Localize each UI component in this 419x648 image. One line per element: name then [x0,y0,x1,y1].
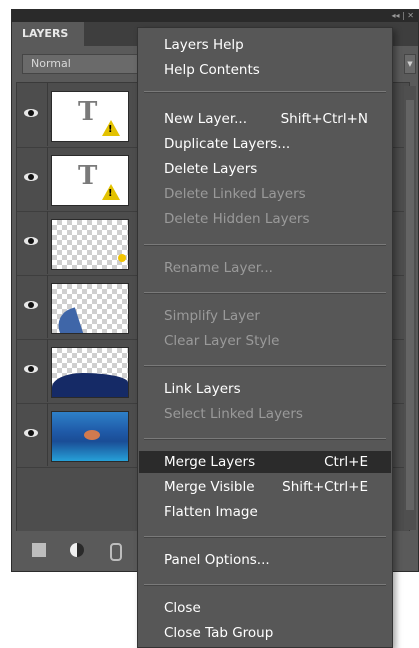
visibility-toggle[interactable] [17,147,48,210]
visibility-toggle[interactable] [17,339,48,402]
menu-item-select-linked-layers: Select Linked Layers [164,406,303,422]
menu-separator [144,244,386,246]
panel-title-bar: ◂◂ | ✕ [12,10,418,22]
layer-thumbnail [51,347,129,398]
eye-icon[interactable] [24,173,38,181]
eye-icon[interactable] [24,109,38,117]
new-layer-icon[interactable] [32,543,46,557]
link-icon[interactable] [110,543,122,561]
menu-separator [144,365,386,367]
eye-icon[interactable] [24,237,38,245]
text-layer-icon: T [78,161,98,191]
tab-layers[interactable]: LAYERS [12,22,84,46]
menu-item-close-tab-group[interactable]: Close Tab Group [139,622,391,644]
menu-item-close[interactable]: Close [139,597,391,619]
text-layer-icon: T [78,97,98,127]
layer-thumbnail: T ! [51,91,129,142]
menu-item-new-layer[interactable]: New Layer... Shift+Ctrl+N [139,108,391,130]
menu-separator [144,91,386,93]
menu-item-delete-layers[interactable]: Delete Layers [139,158,391,180]
menu-item-flatten-image[interactable]: Flatten Image [139,501,391,523]
menu-item-simplify-layer: Simplify Layer [164,308,260,324]
menu-item-help-contents[interactable]: Help Contents [139,59,391,81]
menu-item-merge-layers[interactable]: Merge Layers Ctrl+E [139,451,391,473]
eye-icon[interactable] [24,365,38,373]
menu-item-panel-options[interactable]: Panel Options... [139,549,391,571]
scrollbar-thumb[interactable] [406,100,414,510]
layer-thumbnail: T ! [51,155,129,206]
menu-item-layers-help[interactable]: Layers Help [139,34,391,56]
layer-thumbnail [51,219,129,270]
visibility-toggle[interactable] [17,403,48,466]
visibility-toggle[interactable] [17,83,48,146]
panel-options-menu: Layers Help Help Contents New Layer... Sh… [137,27,393,648]
menu-item-link-layers[interactable]: Link Layers [139,378,391,400]
adjustment-layer-icon[interactable] [70,543,84,557]
wave-graphic [52,373,128,397]
eye-icon[interactable] [24,429,38,437]
menu-item-delete-linked-layers: Delete Linked Layers [164,186,306,202]
menu-item-merge-visible[interactable]: Merge Visible Shift+Ctrl+E [139,476,391,498]
opacity-dropdown[interactable]: ▼ [404,54,416,74]
fish-graphic [118,254,126,262]
menu-separator [144,292,386,294]
layer-thumbnail [51,283,129,334]
layers-scrollbar[interactable] [404,86,416,530]
visibility-toggle[interactable] [17,275,48,338]
menu-separator [144,584,386,586]
visibility-toggle[interactable] [17,211,48,274]
swimmer-graphic [84,430,100,440]
menu-item-clear-layer-style: Clear Layer Style [164,333,280,349]
layer-thumbnail [51,411,129,462]
panel-window-controls[interactable]: ◂◂ | ✕ [391,10,414,22]
menu-item-duplicate-layers[interactable]: Duplicate Layers... [139,133,391,155]
menu-separator [144,438,386,440]
dolphin-graphic [53,307,85,333]
menu-separator [144,536,386,538]
menu-item-rename-layer: Rename Layer... [164,260,273,276]
menu-item-delete-hidden-layers: Delete Hidden Layers [164,211,310,227]
blend-mode-select[interactable]: Normal [22,54,142,74]
eye-icon[interactable] [24,301,38,309]
